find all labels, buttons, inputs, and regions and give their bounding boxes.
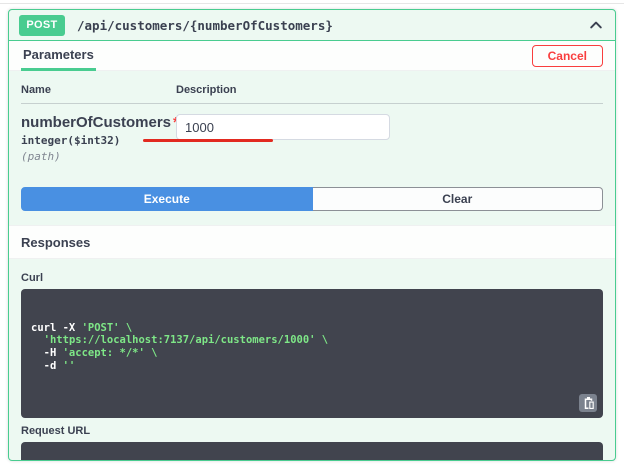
opblock-summary-row[interactable]: POST /api/customers/{numberOfCustomers} <box>9 10 615 41</box>
clear-button[interactable]: Clear <box>313 187 604 211</box>
copy-to-clipboard-button[interactable] <box>579 394 597 412</box>
responses-section-header: Responses <box>9 225 615 259</box>
parameter-name: numberOfCustomers*required <box>21 114 176 131</box>
swagger-post-opblock: POST /api/customers/{numberOfCustomers} … <box>8 9 616 461</box>
curl-code: curl -X 'POST' \ 'https://localhost:7137… <box>31 322 593 373</box>
responses-heading: Responses <box>21 235 90 250</box>
execute-wrapper: Execute Clear <box>21 173 603 225</box>
parameter-value-input[interactable] <box>176 114 390 140</box>
request-url-block: https://localhost:7137/api/customers/100… <box>21 442 603 461</box>
parameter-value-cell <box>176 114 390 163</box>
page-top-divider <box>0 3 624 4</box>
tab-parameters[interactable]: Parameters <box>21 41 96 71</box>
parameters-table: Name Description numberOfCustomers*requi… <box>9 71 615 225</box>
parameter-location: (path) <box>21 150 176 163</box>
collapse-chevron-up-icon[interactable] <box>587 16 605 34</box>
curl-label: Curl <box>21 272 603 284</box>
responses-body: Curl curl -X 'POST' \ 'https://localhost… <box>9 259 615 461</box>
parameter-row: numberOfCustomers*required integer($int3… <box>21 104 603 173</box>
endpoint-path: /api/customers/{numberOfCustomers} <box>77 18 587 33</box>
cancel-button[interactable]: Cancel <box>532 45 603 67</box>
parameters-table-head: Name Description <box>21 71 603 104</box>
request-url-label: Request URL <box>21 425 603 437</box>
execute-button[interactable]: Execute <box>21 187 313 211</box>
parameters-section-header: Parameters Cancel <box>9 41 615 71</box>
column-header-description: Description <box>176 84 237 96</box>
red-underline-annotation-input <box>143 139 273 142</box>
column-header-name: Name <box>21 84 176 96</box>
curl-code-block: curl -X 'POST' \ 'https://localhost:7137… <box>21 289 603 418</box>
http-method-badge: POST <box>19 15 65 36</box>
